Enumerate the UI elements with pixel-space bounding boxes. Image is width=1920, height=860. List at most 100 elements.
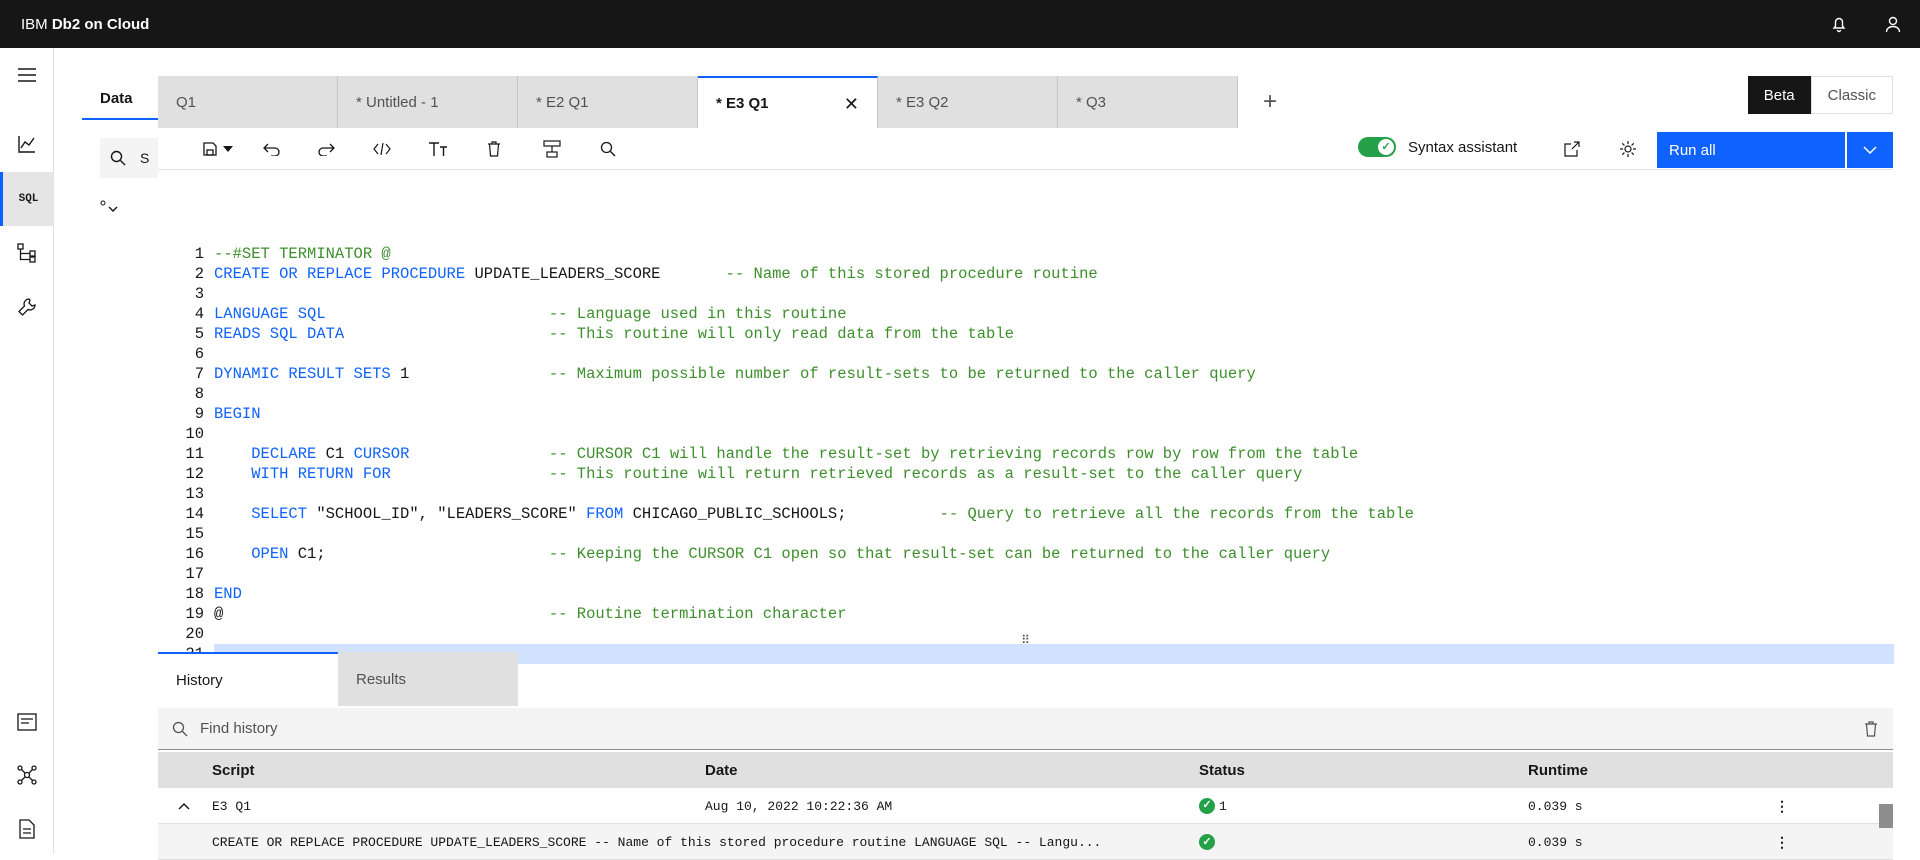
results-tab-label: Results xyxy=(356,670,407,688)
col-date: Date xyxy=(705,761,738,779)
sidebar-item-sql[interactable]: SQL xyxy=(0,172,54,226)
tab-q1[interactable]: Q1 xyxy=(158,76,338,128)
menu-icon[interactable] xyxy=(0,48,54,102)
mode-switcher: Beta Classic xyxy=(1747,76,1893,114)
wrench-icon[interactable] xyxy=(0,280,54,334)
tab-label: Q1 xyxy=(176,93,197,111)
app-brand[interactable]: IBM Db2 on Cloud xyxy=(21,16,149,33)
brand-product: Db2 on Cloud xyxy=(51,15,150,33)
history-search[interactable]: Find history xyxy=(158,708,1893,750)
history-tab-label: History xyxy=(176,671,223,689)
schema-tree-icon[interactable] xyxy=(0,226,54,280)
document-icon[interactable] xyxy=(0,695,54,749)
code-line: READS SQL DATA -- This routine will only… xyxy=(214,325,1014,343)
history-scrollbar[interactable] xyxy=(1877,788,1893,854)
table-row[interactable]: E3 Q1 Aug 10, 2022 10:22:36 AM ✓ 1 0.039 … xyxy=(158,788,1893,824)
trash-icon[interactable] xyxy=(470,128,518,170)
editor-toolbar: Syntax assistant Run all xyxy=(158,128,1893,170)
code-line: @ -- Routine termination character xyxy=(214,605,847,623)
script-tabs: Q1 * Untitled - 1 * E2 Q1 * E3 Q1 ✕ * E3 … xyxy=(158,76,1893,128)
line-number: 9 xyxy=(194,405,204,423)
success-icon: ✓ xyxy=(1199,798,1215,814)
data-search[interactable]: S xyxy=(100,138,162,178)
tab-q3[interactable]: * Q3 xyxy=(1058,76,1238,128)
line-number: 14 xyxy=(185,505,204,523)
run-options-chevron-icon[interactable] xyxy=(1847,132,1893,168)
redo-icon[interactable] xyxy=(302,128,350,170)
search-icon xyxy=(110,150,126,166)
tab-untitled-1[interactable]: * Untitled - 1 xyxy=(338,76,518,128)
syntax-assistant-toggle[interactable] xyxy=(1358,137,1396,157)
data-tab[interactable]: Data xyxy=(82,76,162,120)
code-line: DYNAMIC RESULT SETS 1 -- Maximum possibl… xyxy=(214,365,1256,383)
side-nav: SQL xyxy=(0,48,54,854)
save-dropdown-icon[interactable] xyxy=(216,128,240,170)
line-number: 13 xyxy=(185,485,204,503)
syntax-assistant: Syntax assistant xyxy=(1358,126,1517,168)
code-line: CREATE OR REPLACE PROCEDURE UPDATE_LEADE… xyxy=(214,265,1098,283)
row-status: ✓ xyxy=(1199,824,1215,860)
add-tab-icon[interactable]: + xyxy=(1238,76,1302,128)
close-icon[interactable]: ✕ xyxy=(844,94,859,115)
classic-button[interactable]: Classic xyxy=(1810,76,1893,114)
open-external-icon[interactable] xyxy=(1548,128,1596,170)
brand-prefix: IBM xyxy=(21,15,52,33)
overflow-menu-icon[interactable]: ⋮ xyxy=(1775,788,1789,824)
gear-icon[interactable] xyxy=(1604,128,1652,170)
col-status: Status xyxy=(1199,761,1245,779)
row-status-count: 1 xyxy=(1219,798,1227,814)
tab-label: * E3 Q1 xyxy=(716,94,769,112)
undo-icon[interactable] xyxy=(248,128,296,170)
tab-results[interactable]: Results xyxy=(338,652,518,706)
tab-e3-q1[interactable]: * E3 Q1 ✕ xyxy=(698,76,878,128)
page-icon[interactable] xyxy=(0,802,54,856)
user-icon[interactable] xyxy=(1866,0,1920,48)
line-number: 18 xyxy=(185,585,204,603)
result-tabs: History Results xyxy=(158,652,1893,706)
syntax-assistant-label: Syntax assistant xyxy=(1408,138,1518,156)
data-panel: Data S xyxy=(82,76,162,856)
tab-label: * Untitled - 1 xyxy=(356,93,439,111)
row-runtime: 0.039 s xyxy=(1528,798,1583,814)
top-header: IBM Db2 on Cloud xyxy=(0,0,1920,48)
row-script: E3 Q1 xyxy=(212,798,252,814)
success-icon: ✓ xyxy=(1199,834,1215,850)
history-search-input[interactable]: Find history xyxy=(200,720,278,737)
tab-e2-q1[interactable]: * E2 Q1 xyxy=(518,76,698,128)
line-number: 15 xyxy=(185,525,204,543)
notification-icon[interactable] xyxy=(1812,0,1866,48)
tab-history[interactable]: History xyxy=(158,652,338,706)
beta-button[interactable]: Beta xyxy=(1747,76,1811,114)
line-number: 17 xyxy=(185,565,204,583)
chart-icon[interactable] xyxy=(0,117,54,171)
code-line: BEGIN xyxy=(214,405,261,423)
format-icon[interactable] xyxy=(528,128,576,170)
code-editor[interactable]: 1234567891011121314151617181920212223 --… xyxy=(158,172,1894,703)
resize-handle[interactable]: ⠿ xyxy=(158,633,1893,647)
table-row[interactable]: CREATE OR REPLACE PROCEDURE UPDATE_LEADE… xyxy=(158,824,1893,860)
run-all-button[interactable]: Run all xyxy=(1657,132,1845,168)
line-number: 1 xyxy=(194,245,204,263)
tab-label: * Q3 xyxy=(1076,93,1107,111)
find-icon[interactable] xyxy=(584,128,632,170)
clear-history-icon[interactable] xyxy=(1849,708,1893,750)
col-script: Script xyxy=(212,761,255,779)
text-size-icon[interactable] xyxy=(414,128,462,170)
line-number: 5 xyxy=(194,325,204,343)
chevron-up-icon[interactable] xyxy=(178,788,190,824)
row-date: Aug 10, 2022 10:22:36 AM xyxy=(705,798,893,814)
tab-e3-q2[interactable]: * E3 Q2 xyxy=(878,76,1058,128)
code-icon[interactable] xyxy=(358,128,406,170)
tab-label: * E3 Q2 xyxy=(896,93,949,111)
overflow-menu-icon[interactable]: ⋮ xyxy=(1775,824,1789,860)
line-number: 11 xyxy=(185,445,204,463)
chevron-down-icon[interactable] xyxy=(100,200,124,221)
network-icon[interactable] xyxy=(0,748,54,802)
